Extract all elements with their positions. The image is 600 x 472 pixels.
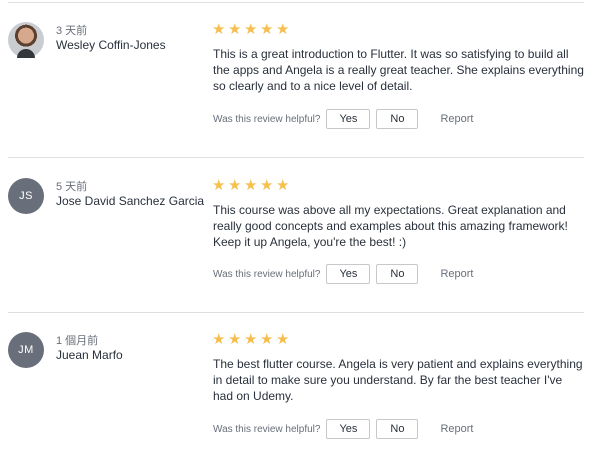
star-icon: ★	[212, 21, 226, 38]
review-time: 1 個月前	[56, 335, 99, 347]
star-icon: ★	[228, 177, 242, 194]
report-link[interactable]: Report	[440, 268, 473, 280]
helpful-row: Was this review helpful? Yes No Report	[213, 264, 473, 284]
rating-stars: ★ ★ ★ ★ ★	[212, 22, 291, 37]
reviewer-name: Juean Marfo	[56, 348, 123, 362]
yes-button[interactable]: Yes	[326, 419, 371, 439]
star-icon: ★	[244, 21, 258, 38]
star-icon: ★	[276, 177, 290, 194]
avatar: JS	[8, 178, 44, 214]
rating-stars: ★ ★ ★ ★ ★	[212, 178, 291, 193]
review-divider	[8, 312, 584, 313]
star-icon: ★	[244, 331, 258, 348]
helpful-question: Was this review helpful?	[213, 423, 321, 435]
review-item: JS 5 天前 Jose David Sanchez Garcia ★ ★ ★ …	[0, 168, 600, 318]
report-link[interactable]: Report	[440, 423, 473, 435]
top-divider	[8, 2, 584, 3]
helpful-question: Was this review helpful?	[213, 113, 321, 125]
avatar	[8, 22, 44, 58]
rating-stars: ★ ★ ★ ★ ★	[212, 332, 291, 347]
star-icon: ★	[260, 21, 274, 38]
star-icon: ★	[260, 177, 274, 194]
helpful-row: Was this review helpful? Yes No Report	[213, 109, 473, 129]
yes-button[interactable]: Yes	[326, 264, 371, 284]
no-button[interactable]: No	[376, 419, 419, 439]
review-time: 3 天前	[56, 25, 88, 37]
no-button[interactable]: No	[376, 264, 419, 284]
reviewer-name: Jose David Sanchez Garcia	[56, 194, 205, 208]
star-icon: ★	[228, 21, 242, 38]
avatar: JM	[8, 332, 44, 368]
reviewer-name: Wesley Coffin-Jones	[56, 38, 166, 52]
star-icon: ★	[244, 177, 258, 194]
review-divider	[8, 157, 584, 158]
review-time: 5 天前	[56, 181, 88, 193]
star-icon: ★	[212, 177, 226, 194]
review-content: The best flutter course. Angela is very …	[213, 357, 583, 403]
star-icon: ★	[276, 331, 290, 348]
helpful-row: Was this review helpful? Yes No Report	[213, 419, 473, 439]
star-icon: ★	[260, 331, 274, 348]
review-content: This course was above all my expectation…	[213, 203, 568, 249]
star-icon: ★	[228, 331, 242, 348]
star-icon: ★	[212, 331, 226, 348]
review-item: 3 天前 Wesley Coffin-Jones ★ ★ ★ ★ ★ This …	[0, 12, 600, 162]
helpful-question: Was this review helpful?	[213, 268, 321, 280]
report-link[interactable]: Report	[440, 113, 473, 125]
review-item: JM 1 個月前 Juean Marfo ★ ★ ★ ★ ★ The best …	[0, 322, 600, 472]
yes-button[interactable]: Yes	[326, 109, 371, 129]
review-content: This is a great introduction to Flutter.…	[213, 47, 584, 93]
no-button[interactable]: No	[376, 109, 419, 129]
star-icon: ★	[276, 21, 290, 38]
